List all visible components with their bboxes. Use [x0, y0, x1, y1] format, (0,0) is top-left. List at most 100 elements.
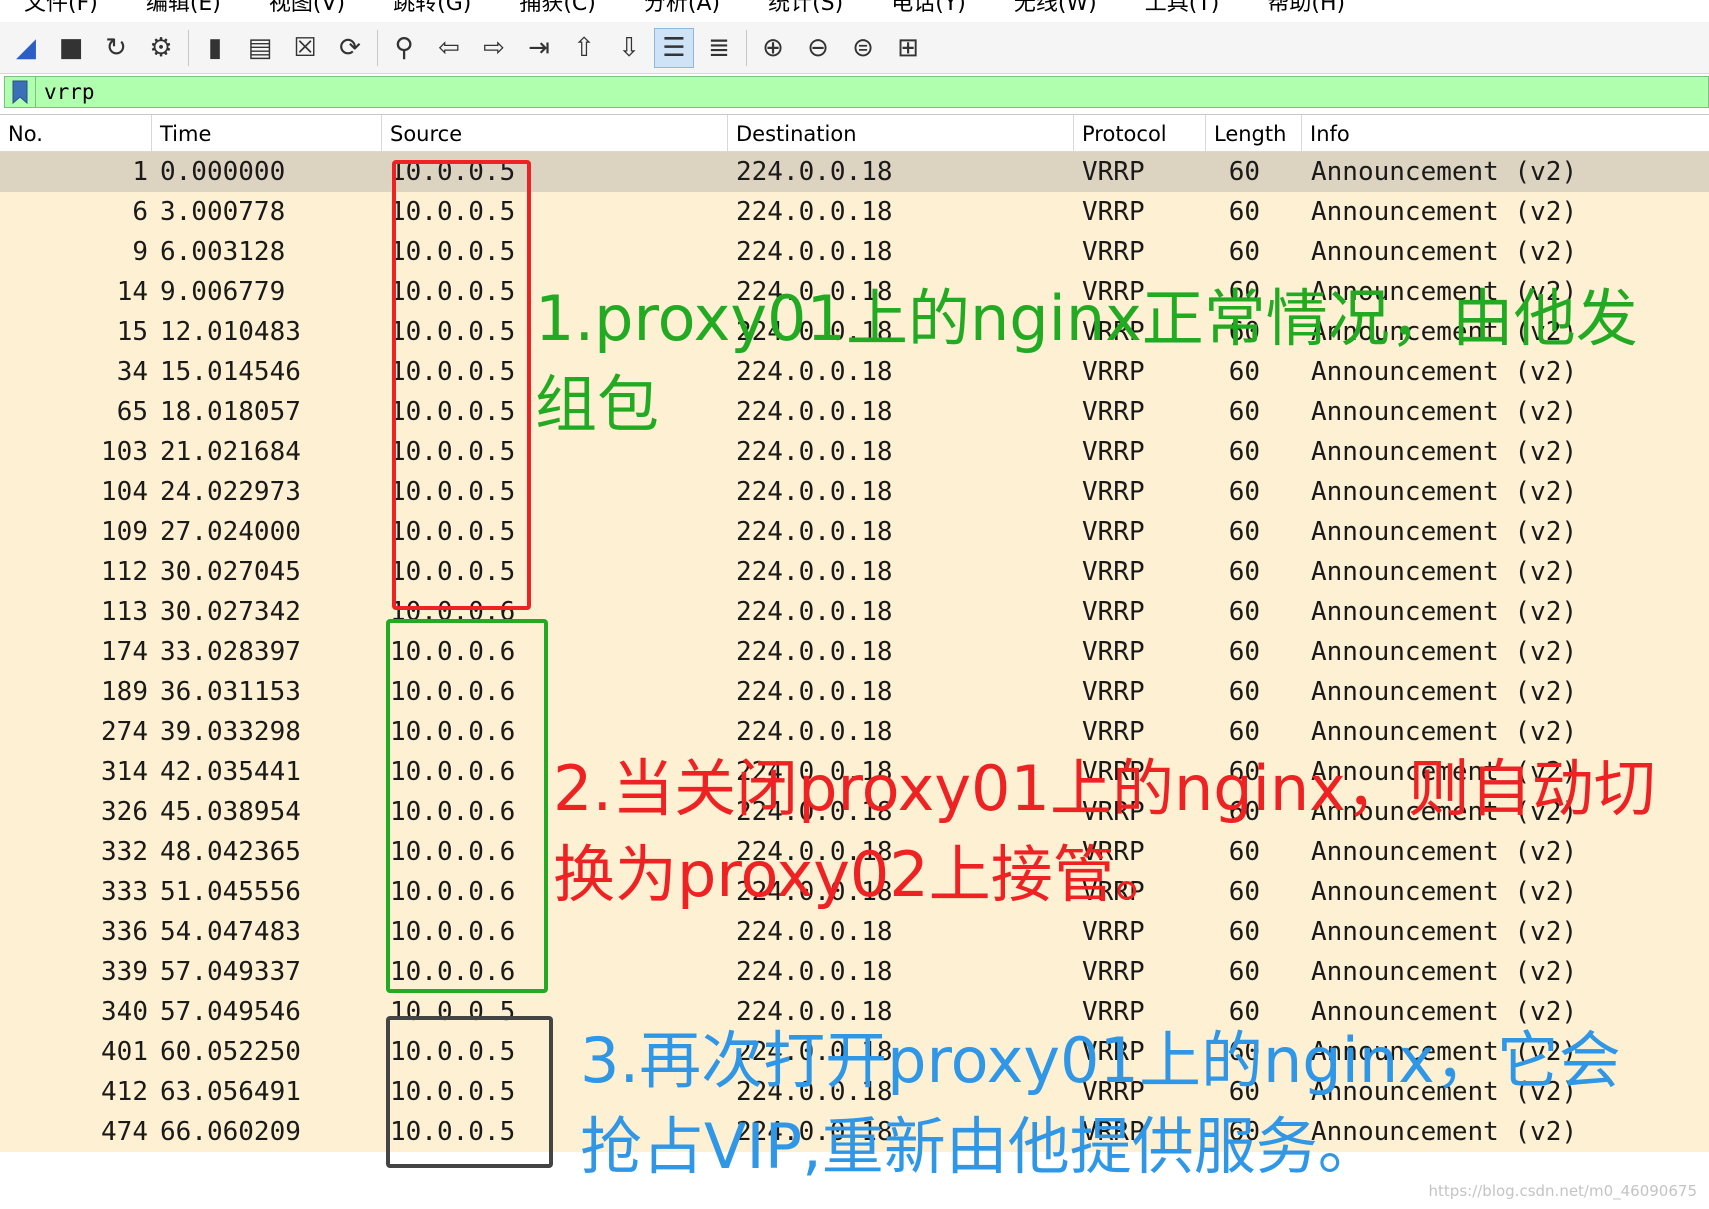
packet-cell-no: 174 [101, 637, 148, 667]
packet-row[interactable]: 339 57.049337 10.0.0.6 224.0.0.18 VRRP 60 Anno… [0, 952, 1709, 992]
filter-text[interactable]: vrrp [36, 80, 95, 104]
menu-item[interactable]: 工具(T) [1121, 0, 1244, 17]
restart-fin-icon[interactable]: ↻ [96, 28, 136, 68]
packet-cell-dst: 224.0.0.18 [736, 677, 893, 707]
packet-cell-len: 60 [1228, 237, 1260, 267]
packet-row[interactable]: 112 30.027045 10.0.0.5 224.0.0.18 VRRP 60 Anno… [0, 552, 1709, 592]
packet-cell-time: 54.047483 [160, 917, 301, 947]
open-folder-icon[interactable]: ▮ [195, 28, 235, 68]
go-last-icon[interactable]: ⇩ [609, 28, 649, 68]
packet-row[interactable]: 336 54.047483 10.0.0.6 224.0.0.18 VRRP 60 Anno… [0, 912, 1709, 952]
packet-cell-no: 112 [101, 557, 148, 587]
packet-cell-info: Announcement (v2) [1311, 557, 1578, 587]
packet-row[interactable]: 109 27.024000 10.0.0.5 224.0.0.18 VRRP 60 Anno… [0, 512, 1709, 552]
menu-item[interactable]: 编辑(E) [122, 0, 245, 17]
packet-cell-time: 42.035441 [160, 757, 301, 787]
packet-cell-no: 412 [101, 1077, 148, 1107]
packet-cell-proto: VRRP [1082, 957, 1145, 987]
menu-item[interactable]: 统计(S) [744, 0, 867, 17]
menu-item[interactable]: 帮助(H) [1243, 0, 1369, 17]
packet-cell-time: 27.024000 [160, 517, 301, 547]
packet-cell-proto: VRRP [1082, 157, 1145, 187]
go-back-icon[interactable]: ⇦ [429, 28, 469, 68]
column-header-no[interactable]: No. [0, 115, 152, 151]
packet-cell-len: 60 [1228, 597, 1260, 627]
packet-cell-time: 0.000000 [160, 157, 286, 187]
packet-cell-no: 340 [101, 997, 148, 1027]
column-header-destination[interactable]: Destination [728, 115, 1074, 151]
red-highlight-box [392, 160, 531, 610]
packet-cell-time: 45.038954 [160, 797, 301, 827]
column-header-time[interactable]: Time [152, 115, 382, 151]
watermark: https://blog.csdn.net/m0_46090675 [1428, 1182, 1697, 1200]
annotation-note-2: 2.当关闭proxy01上的nginx，则自动切换为proxy02上接管。 [553, 752, 1656, 911]
packet-row[interactable]: 174 33.028397 10.0.0.6 224.0.0.18 VRRP 60 Anno… [0, 632, 1709, 672]
menu-bar: 文件(F) 编辑(E) 视图(V) 跳转(G) 捕获(C) 分析(A) 统计(S) 电话(Y)… [0, 0, 1709, 16]
resize-columns-icon[interactable]: ⊞ [888, 28, 928, 68]
shark-fin-start-icon[interactable]: ◢ [6, 28, 46, 68]
close-file-icon[interactable]: ☒ [285, 28, 325, 68]
menu-item[interactable]: 电话(Y) [867, 0, 990, 17]
zoom-in-icon[interactable]: ⊕ [753, 28, 793, 68]
capture-options-gear-icon[interactable]: ⚙ [141, 28, 181, 68]
packet-row[interactable]: 113 30.027342 10.0.0.6 224.0.0.18 VRRP 60 Anno… [0, 592, 1709, 632]
packet-cell-no: 474 [101, 1117, 148, 1147]
bookmark-icon[interactable] [5, 77, 36, 107]
green-highlight-box [386, 619, 548, 993]
find-packet-icon[interactable]: ⚲ [384, 28, 424, 68]
menu-item[interactable]: 文件(F) [0, 0, 122, 17]
stop-square-icon[interactable]: ■ [51, 28, 91, 68]
menu-item[interactable]: 捕获(C) [495, 0, 620, 17]
go-forward-icon[interactable]: ⇨ [474, 28, 514, 68]
column-header-info[interactable]: Info [1302, 115, 1709, 151]
packet-cell-time: 33.028397 [160, 637, 301, 667]
packet-cell-dst: 224.0.0.18 [736, 917, 893, 947]
packet-cell-proto: VRRP [1082, 197, 1145, 227]
packet-row[interactable]: 6 3.000778 10.0.0.5 224.0.0.18 VRRP 60 Announc… [0, 192, 1709, 232]
display-filter-input[interactable]: vrrp [4, 76, 1709, 108]
annotation-note-3: 3.再次打开proxy01上的nginx，它会抢占VIP,重新由他提供服务。 [580, 1024, 1621, 1183]
normal-size-icon[interactable]: ⊜ [843, 28, 883, 68]
column-header-length[interactable]: Length [1206, 115, 1302, 151]
menu-item[interactable]: 视图(V) [245, 0, 369, 17]
menu-item[interactable]: 跳转(G) [369, 0, 495, 17]
go-first-icon[interactable]: ⇧ [564, 28, 604, 68]
packet-row[interactable]: 104 24.022973 10.0.0.5 224.0.0.18 VRRP 60 Anno… [0, 472, 1709, 512]
packet-cell-proto: VRRP [1082, 477, 1145, 507]
go-to-packet-icon[interactable]: ⇥ [519, 28, 559, 68]
packet-row[interactable]: 9 6.003128 10.0.0.5 224.0.0.18 VRRP 60 Announc… [0, 232, 1709, 272]
packet-cell-len: 60 [1228, 157, 1260, 187]
reload-icon[interactable]: ⟳ [330, 28, 370, 68]
packet-cell-no: 274 [101, 717, 148, 747]
menu-item[interactable]: 无线(W) [990, 0, 1121, 17]
toolbar-separator [188, 29, 189, 66]
packet-cell-time: 24.022973 [160, 477, 301, 507]
packet-cell-dst: 224.0.0.18 [736, 157, 893, 187]
packet-cell-info: Announcement (v2) [1311, 957, 1578, 987]
packet-cell-time: 12.010483 [160, 317, 301, 347]
packet-row[interactable]: 189 36.031153 10.0.0.6 224.0.0.18 VRRP 60 Anno… [0, 672, 1709, 712]
auto-scroll-icon[interactable]: ☰ [654, 27, 694, 68]
packet-cell-time: 51.045556 [160, 877, 301, 907]
packet-cell-info: Announcement (v2) [1311, 477, 1578, 507]
packet-cell-no: 326 [101, 797, 148, 827]
column-header-protocol[interactable]: Protocol [1074, 115, 1206, 151]
column-header-source[interactable]: Source [382, 115, 728, 151]
packet-cell-no: 189 [101, 677, 148, 707]
colorize-icon[interactable]: ≣ [699, 28, 739, 68]
packet-cell-info: Announcement (v2) [1311, 157, 1578, 187]
packet-cell-time: 63.056491 [160, 1077, 301, 1107]
menu-item[interactable]: 分析(A) [620, 0, 744, 17]
packet-cell-time: 9.006779 [160, 277, 286, 307]
packet-cell-time: 57.049337 [160, 957, 301, 987]
packet-cell-time: 21.021684 [160, 437, 301, 467]
packet-cell-time: 57.049546 [160, 997, 301, 1027]
packet-row[interactable]: 1 0.000000 10.0.0.5 224.0.0.18 VRRP 60 Announc… [0, 152, 1709, 192]
save-file-icon[interactable]: ▤ [240, 28, 280, 68]
display-filter-bar: vrrp [0, 74, 1709, 110]
toolbar-separator [746, 29, 747, 66]
zoom-out-icon[interactable]: ⊖ [798, 28, 838, 68]
packet-cell-no: 34 [116, 357, 148, 387]
packet-cell-proto: VRRP [1082, 917, 1145, 947]
packet-cell-time: 66.060209 [160, 1117, 301, 1147]
